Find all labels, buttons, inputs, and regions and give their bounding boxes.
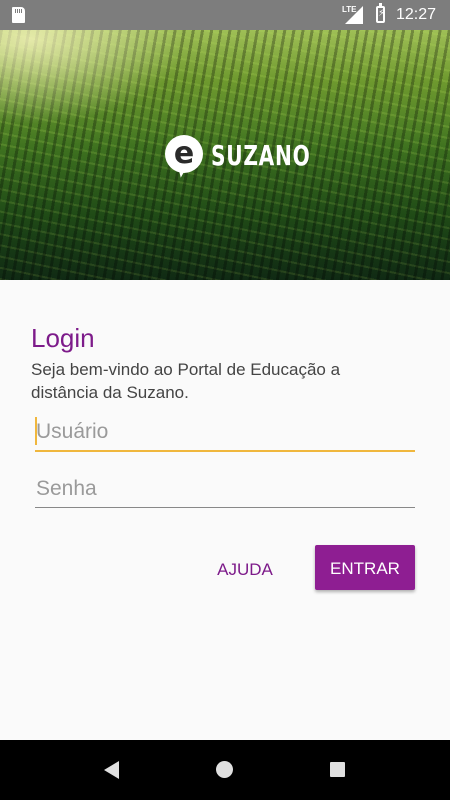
password-input[interactable] <box>35 470 415 508</box>
logo-text: SUZANO <box>211 139 311 172</box>
navigation-bar <box>0 740 450 800</box>
hero-banner: e SUZANO <box>0 30 450 280</box>
welcome-message: Seja bem-vindo ao Portal de Educação a d… <box>31 360 341 402</box>
logo-letter: e <box>173 136 195 171</box>
status-time: 12:27 <box>396 6 437 23</box>
suzano-logo: e SUZANO <box>165 135 310 179</box>
username-input[interactable] <box>35 414 415 452</box>
home-icon[interactable] <box>216 761 233 778</box>
recents-icon[interactable] <box>330 762 345 777</box>
battery-charging-icon: ⚡ <box>376 3 385 23</box>
enter-button[interactable]: ENTRAR <box>315 545 415 590</box>
sd-card-icon <box>12 7 25 23</box>
back-icon[interactable] <box>104 761 119 779</box>
status-bar: LTE ⚡ 12:27 <box>0 0 450 30</box>
help-button[interactable]: AJUDA <box>208 548 282 590</box>
page-title: Login <box>31 323 95 353</box>
text-cursor <box>35 417 37 445</box>
signal-icon <box>345 6 363 24</box>
